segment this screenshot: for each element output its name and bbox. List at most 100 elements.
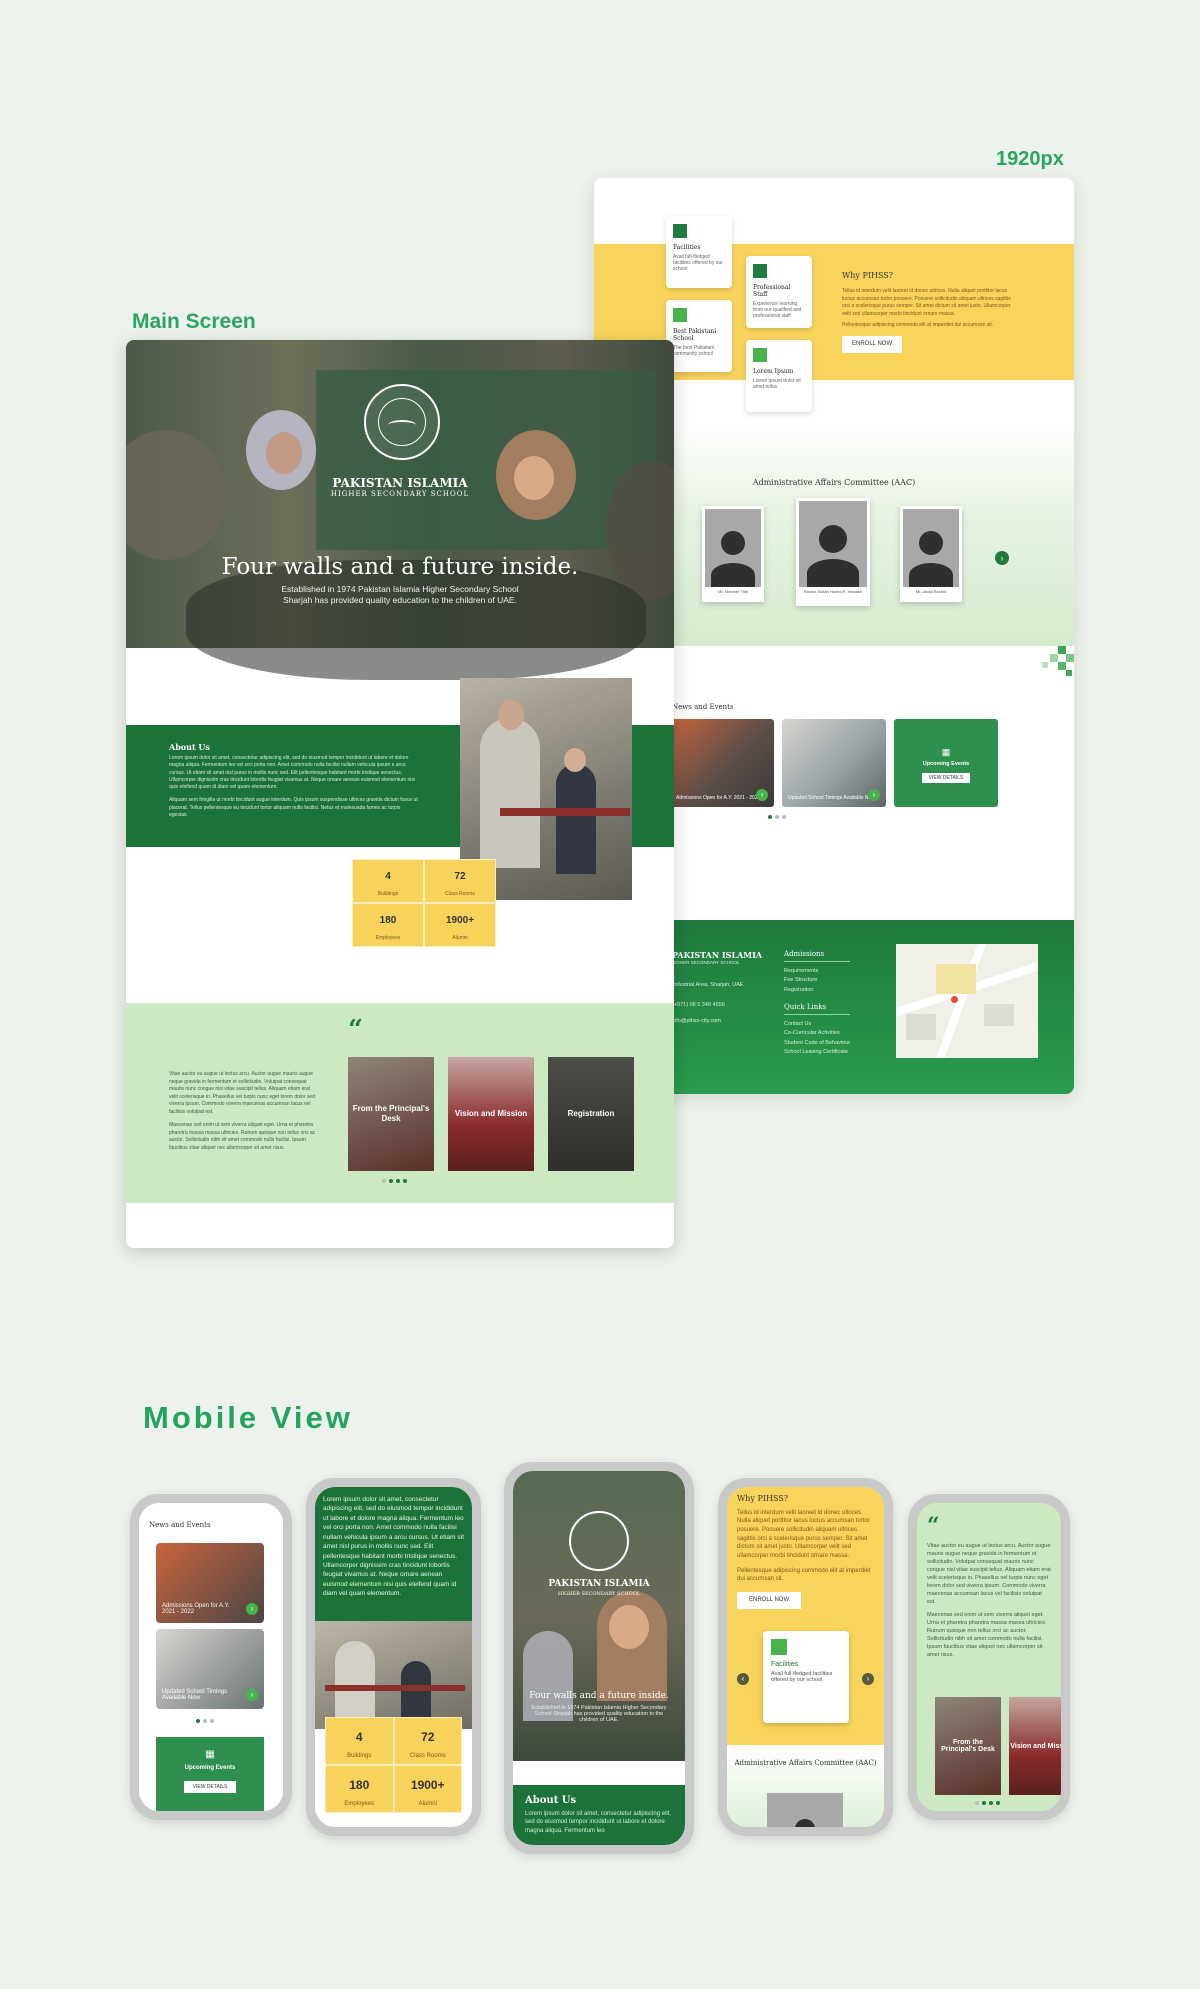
about-section: About Us Lorem ipsum dolor sit amet, con… — [513, 1785, 685, 1845]
footer-link[interactable]: Contact Us — [784, 1020, 850, 1029]
member-card[interactable]: Rashid Sultan Hamid R. Hawash — [796, 498, 870, 606]
news-caption: Updated School Timings Available Now — [788, 794, 875, 801]
stat-classrooms: 72 Class Rooms — [424, 859, 496, 903]
card-staff[interactable]: Professional Staff Experience learning f… — [746, 256, 812, 328]
arrow-right-icon[interactable]: › — [246, 1603, 258, 1615]
tile-vision[interactable]: Vision and Mission — [448, 1057, 534, 1171]
footer-email: info@pihss-city.com — [672, 1018, 721, 1024]
footer-link[interactable]: Registration — [784, 986, 850, 995]
aac-title: Administrative Affairs Committee (AAC) — [734, 1759, 877, 1767]
tile-registration[interactable]: Registration — [548, 1057, 634, 1171]
quote-text: Vitae auctor eu augue ut lectus arcu. Au… — [169, 1071, 319, 1152]
news-caption: Admissions Open for A.Y. 2021 - 2022 — [162, 1603, 230, 1615]
hero-school-sub: HIGHER SECONDARY SCHOOL — [330, 490, 470, 498]
hero-title: Four walls and a future inside. — [529, 1691, 669, 1701]
tile-principal[interactable]: From the Principal's Desk — [935, 1697, 1001, 1795]
card-best-school[interactable]: Best Pakistani School The best Pakistani… — [666, 300, 732, 372]
calendar-icon: ▦ — [941, 747, 951, 757]
footer-school-sub: HIGHER SECONDARY SCHOOL — [672, 960, 740, 965]
hero-school-name: PAKISTAN ISLAMIA — [332, 476, 468, 490]
quote-paragraph: Vitae auctor eu augue ut lectus arcu. Au… — [927, 1543, 1051, 1605]
hero-subtitle: Established in 1974 Pakistan Islamia Hig… — [281, 584, 519, 605]
why-block: Why PIHSS? Tellus id interdum velit laor… — [842, 270, 1012, 353]
card-text: The best Pakistani community school — [673, 345, 715, 357]
next-arrow-icon[interactable]: › — [862, 1673, 874, 1685]
carousel-dots[interactable] — [382, 1179, 407, 1183]
card-lorem[interactable]: Lorem Ipsum Lorem ipsum dolor sit amet t… — [746, 340, 812, 412]
footer-link[interactable]: School Leaving Certificate — [784, 1048, 850, 1057]
card-text: Avail full-fledged facilities offered by… — [673, 254, 723, 272]
events-card[interactable]: ▦ Upcoming Events VIEW DETAILS — [156, 1737, 264, 1811]
location-map[interactable] — [896, 944, 1038, 1058]
card-title: Best Pakistani School — [673, 328, 717, 342]
arrow-right-icon[interactable]: › — [756, 789, 768, 801]
enroll-button[interactable]: ENROLL NOW — [842, 335, 903, 353]
enroll-button[interactable]: ENROLL NOW — [737, 1592, 802, 1609]
member-name: Mr. Abdul Rashid — [915, 589, 947, 594]
card-title: Facilities — [673, 244, 701, 251]
about-text: Lorem ipsum dolor sit amet, consectetur … — [169, 755, 419, 819]
stats-grid: 4 Buildings 72 Class Rooms 180 Employees 19… — [325, 1717, 462, 1813]
about-paragraph-2: Aliquam sem fringilla ut morbi tincidunt… — [169, 797, 418, 818]
map-pin-icon — [951, 996, 958, 1003]
hero-section: PAKISTAN ISLAMIA HIGHER SECONDARY SCHOOL… — [513, 1471, 685, 1761]
phone-about: Lorem ipsum dolor sit amet, consectetur … — [306, 1478, 481, 1836]
hero-chalkboard — [316, 370, 656, 550]
news-card[interactable]: Admissions Open for A.Y. 2021 - 2022 › — [156, 1543, 264, 1623]
calendar-icon: ▦ — [205, 1749, 215, 1760]
hero-title: Four walls and a future inside. — [221, 554, 579, 580]
tile-principal[interactable]: From the Principal's Desk — [348, 1057, 434, 1171]
quote-paragraph-2: Maecenas sed enim ut sem viverra aliquet… — [927, 1611, 1047, 1658]
facilities-icon — [771, 1639, 787, 1655]
news-caption: Admissions Open for A.Y. 2021 - 2022 — [676, 794, 761, 801]
member-card[interactable]: Mr. Abdul Rashid — [900, 506, 962, 602]
news-card[interactable]: Updated School Timings Available Now › — [782, 719, 886, 807]
card-title: Facilities — [771, 1661, 799, 1668]
about-text: Lorem ipsum dolor sit amet, consectetur … — [315, 1487, 472, 1621]
arrow-right-icon[interactable]: › — [246, 1689, 258, 1701]
news-title: News and Events — [672, 703, 734, 711]
quote-paragraph: Vitae auctor eu augue ut lectus arcu. Au… — [169, 1071, 315, 1115]
card-facilities[interactable]: Facilities Avail full-fledged facilities… — [666, 216, 732, 288]
footer-link[interactable]: Fee Structure — [784, 976, 850, 985]
member-card[interactable]: Mr. Member Title — [702, 506, 764, 602]
quote-text: Vitae auctor eu augue ut lectus arcu. Au… — [927, 1543, 1051, 1660]
hero-section: PAKISTAN ISLAMIA HIGHER SECONDARY SCHOOL… — [126, 340, 674, 680]
view-details-button[interactable]: VIEW DETAILS — [922, 773, 970, 783]
stats-grid: 4 Buildings 72 Class Rooms 180 Employees 19… — [352, 859, 496, 947]
card-title: Professional Staff — [753, 284, 791, 298]
about-title: About Us — [169, 742, 210, 752]
quote-section: “ Vitae auctor eu augue ut lectus arcu. … — [126, 1003, 674, 1203]
footer-link[interactable]: Co-Curricular Activities — [784, 1029, 850, 1038]
stat-alumni: 1900+ Alumni — [424, 903, 496, 947]
footer-link[interactable]: Requirements — [784, 967, 850, 976]
news-card[interactable]: Admissions Open for A.Y. 2021 - 2022 › — [670, 719, 774, 807]
why-text: Tellus id interdum velit laoreet id done… — [842, 288, 1011, 317]
events-title: Upcoming Events — [922, 761, 970, 767]
carousel-dots[interactable] — [975, 1801, 1000, 1805]
tile-vision[interactable]: Vision and Mission — [1009, 1697, 1061, 1795]
card-text: Experience learning from our qualified a… — [753, 301, 802, 319]
next-arrow-icon[interactable]: › — [995, 551, 1009, 565]
member-name: Mr. Member Title — [718, 589, 748, 594]
prev-arrow-icon[interactable]: ‹ — [737, 1673, 749, 1685]
why-text-2: Pellentesque adipiscing commodo elit at … — [842, 322, 994, 328]
staff-icon — [753, 264, 767, 278]
quick-links-heading: Quick Links — [784, 1003, 850, 1016]
news-card[interactable]: Updated School Timings Available Now › — [156, 1629, 264, 1709]
carousel-dots[interactable] — [196, 1719, 214, 1723]
why-text-2: Pellentesque adipiscing commodo elit at … — [737, 1567, 871, 1583]
about-paragraph: Lorem ipsum dolor sit amet, consectetur … — [169, 755, 415, 790]
about-title: About Us — [525, 1795, 577, 1806]
footer-link[interactable]: Student Code of Behaviour — [784, 1039, 850, 1048]
arrow-right-icon[interactable]: › — [868, 789, 880, 801]
facilities-card[interactable]: Facilities Avail full-fledged facilities… — [763, 1631, 849, 1723]
quote-paragraph-2: Maecenas sed enim ut sem viverra aliquet… — [169, 1122, 316, 1151]
news-caption: Updated School Timings Available Now — [162, 1689, 228, 1701]
why-title: Why PIHSS? — [842, 271, 894, 280]
mobile-view-label: Mobile View — [143, 1400, 353, 1435]
carousel-dots[interactable] — [768, 815, 786, 819]
view-details-button[interactable]: VIEW DETAILS — [184, 1781, 236, 1793]
stat-buildings: 4 Buildings — [352, 859, 424, 903]
events-card[interactable]: ▦ Upcoming Events VIEW DETAILS — [894, 719, 998, 807]
